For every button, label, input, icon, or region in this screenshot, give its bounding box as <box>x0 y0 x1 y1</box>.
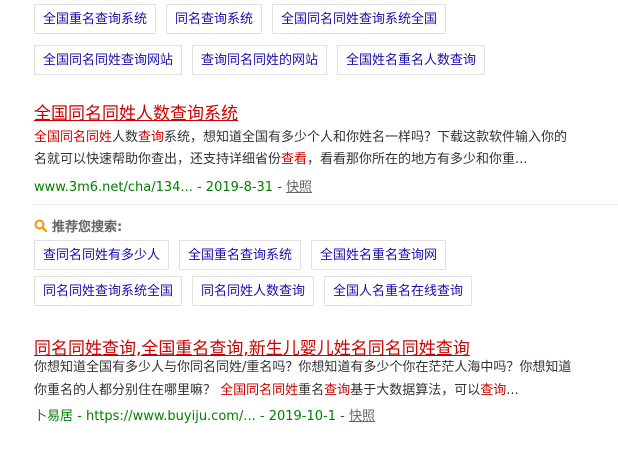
result-snippet: 你想知道全国有多少人与你同名同姓/重名吗？你想知道有多少个你在茫茫人海中吗？你想… <box>34 357 571 379</box>
snippet-highlight: 查询 <box>324 383 351 398</box>
snippet-highlight: 查询 <box>480 383 507 398</box>
related-chip[interactable]: 全国姓名重名查询网 <box>311 240 447 270</box>
snippet-highlight: 全国同名同姓 <box>34 130 113 145</box>
snapshot-link[interactable]: 快照 <box>349 409 375 424</box>
result-url: www.3m6.net/cha/134... - 2019-8-31 - 快照 <box>34 176 312 195</box>
result-snippet: 全国同名同姓人数查询系统，想知道全国有多少个人和你姓名一样吗？下载这款软件输入你… <box>34 127 567 149</box>
chip-link[interactable]: 全国同名同姓查询网站 <box>34 45 183 75</box>
snippet-text: ... <box>506 383 519 398</box>
chip-link[interactable]: 全国重名查询系统 <box>34 4 157 34</box>
result-snippet: 你重名的人都分别住在哪里嘛？ 全国同名同姓重名查询基于大数据算法，可以查询... <box>34 380 519 402</box>
related-chip[interactable]: 同名同姓人数查询 <box>192 276 315 306</box>
result-date: - 2019-10-1 - <box>255 409 349 424</box>
snippet-text: 你重名的人都分别住在哪里嘛？ <box>34 383 221 398</box>
chip-link[interactable]: 全国姓名重名人数查询 <box>337 45 486 75</box>
related-searches-header: 推荐您搜索: <box>34 216 122 235</box>
snippet-text: 人数 <box>112 130 139 145</box>
result-title-link[interactable]: 全国同名同姓人数查询系统 <box>34 99 238 124</box>
top-chip-row-2: 全国同名同姓查询网站 查询同名同姓的网站 全国姓名重名人数查询 <box>34 45 486 75</box>
snippet-text: 名就可以快速帮助你查出，还支持详细省份 <box>34 152 282 167</box>
divider <box>34 204 618 205</box>
snippet-highlight: 全国同名同姓 <box>220 383 299 398</box>
related-row-2: 同名同姓查询系统全国 同名同姓人数查询 全国人名重名在线查询 <box>34 276 473 306</box>
snippet-text: 重名 <box>298 383 325 398</box>
related-chip[interactable]: 同名同姓查询系统全国 <box>34 276 183 306</box>
related-header-text: 推荐您搜索: <box>52 220 123 235</box>
site-name: 卜易居 <box>34 409 74 424</box>
snippet-highlight: 查看 <box>281 152 308 167</box>
snippet-highlight: 查询 <box>138 130 165 145</box>
related-chip[interactable]: 全国人名重名在线查询 <box>324 276 473 306</box>
snippet-text: 你想知道全国有多少人与你同名同姓/重名吗？你想知道有多少个你在茫茫人海中吗？你想… <box>34 360 572 375</box>
top-chip-row-1: 全国重名查询系统 同名查询系统 全国同名同姓查询系统全国 <box>34 4 447 34</box>
related-chip[interactable]: 全国重名查询系统 <box>179 240 302 270</box>
search-icon <box>34 219 47 232</box>
snippet-text: 系统，想知道全国有多少个人和你姓名一样吗？下载这款软件输入你的 <box>164 130 568 145</box>
url-text: www.3m6.net/cha/134... <box>34 180 193 195</box>
related-row-1: 查同名同姓有多少人 全国重名查询系统 全国姓名重名查询网 <box>34 240 447 270</box>
result-url: 卜易居 - https://www.buyiju.com/... - 2019-… <box>34 405 375 424</box>
result-snippet: 名就可以快速帮助你查出，还支持详细省份查看，看看那你所在的地方有多少和你重... <box>34 149 527 171</box>
chip-link[interactable]: 同名查询系统 <box>166 4 263 34</box>
related-chip[interactable]: 查同名同姓有多少人 <box>34 240 170 270</box>
chip-link[interactable]: 查询同名同姓的网站 <box>192 45 328 75</box>
result-title-link[interactable]: 同名同姓查询,全国重名查询,新生儿婴儿姓名同名同姓查询 <box>34 334 470 359</box>
result-date: - 2019-8-31 - <box>192 180 287 195</box>
snippet-text: ，看看那你所在的地方有多少和你重... <box>307 152 528 167</box>
snippet-text: 基于大数据算法，可以 <box>350 383 481 398</box>
snapshot-link[interactable]: 快照 <box>286 180 312 195</box>
url-text: - https://www.buyiju.com/... <box>73 409 256 424</box>
chip-link[interactable]: 全国同名同姓查询系统全国 <box>272 4 447 34</box>
